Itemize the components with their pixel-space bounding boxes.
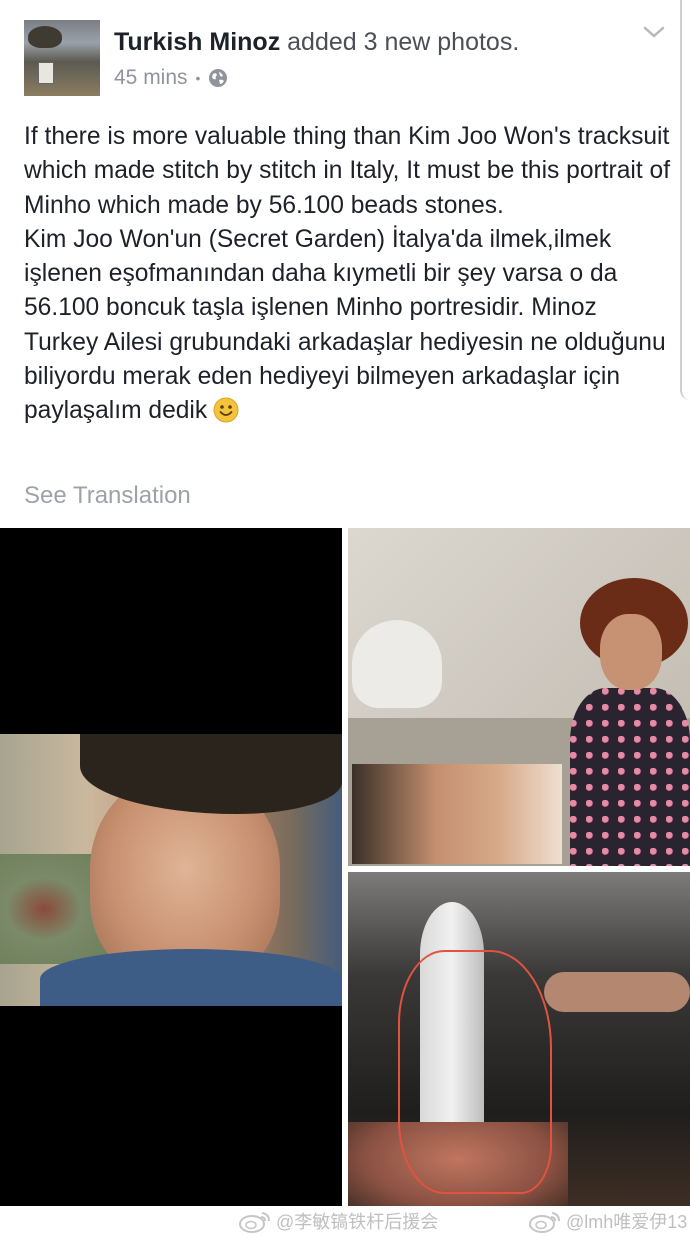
smiley-icon xyxy=(213,397,239,423)
woman-dress xyxy=(570,688,690,866)
red-outline-annotation xyxy=(398,950,552,1194)
post-action-text: added 3 new photos. xyxy=(287,28,520,56)
photo-woman-with-portrait[interactable] xyxy=(348,528,690,866)
post-body: If there is more valuable thing than Kim… xyxy=(24,120,672,429)
hand-shape xyxy=(544,972,690,1012)
watermark-right: @lmh唯爱伊13 xyxy=(528,1208,687,1234)
post-header: Turkish Minoz added 3 new photos. 45 min… xyxy=(0,0,690,112)
globe-icon[interactable] xyxy=(208,68,228,88)
lamp-shape xyxy=(352,620,442,708)
avatar-sign-image xyxy=(38,62,54,84)
portrait-shirt xyxy=(40,949,342,1006)
post-text-turkish: Kim Joo Won'un (Secret Garden) İtalya'da… xyxy=(24,225,666,425)
photo-portrait-large[interactable] xyxy=(0,528,342,1214)
weibo-icon xyxy=(239,1212,270,1233)
watermark-left-text: @李敏镐铁杆后援会 xyxy=(276,1212,439,1232)
see-translation-link[interactable]: See Translation xyxy=(24,482,191,510)
post-meta: 45 mins • xyxy=(114,66,228,90)
post-text-turkish-wrap: Kim Joo Won'un (Secret Garden) İtalya'da… xyxy=(24,223,672,429)
photo-gift-handover[interactable] xyxy=(348,872,690,1214)
meta-separator: • xyxy=(195,70,201,86)
page-avatar[interactable] xyxy=(24,20,100,96)
chevron-down-icon[interactable] xyxy=(642,24,666,40)
post-text-english: If there is more valuable thing than Kim… xyxy=(24,123,671,219)
avatar-balloon-image xyxy=(28,26,62,48)
post-timestamp[interactable]: 45 mins xyxy=(114,66,188,90)
woman-face xyxy=(600,614,662,690)
portrait-on-table xyxy=(352,764,562,864)
bead-portrait-image xyxy=(0,734,342,1006)
photo-grid xyxy=(0,528,690,1214)
author-name-link[interactable]: Turkish Minoz xyxy=(114,28,280,56)
weibo-icon xyxy=(529,1212,560,1233)
watermark-right-text: @lmh唯爱伊13 xyxy=(566,1212,688,1232)
scroll-edge xyxy=(678,0,690,400)
watermark-left: @李敏镐铁杆后援会 xyxy=(238,1208,438,1234)
post-title-line: Turkish Minoz added 3 new photos. xyxy=(114,28,519,57)
